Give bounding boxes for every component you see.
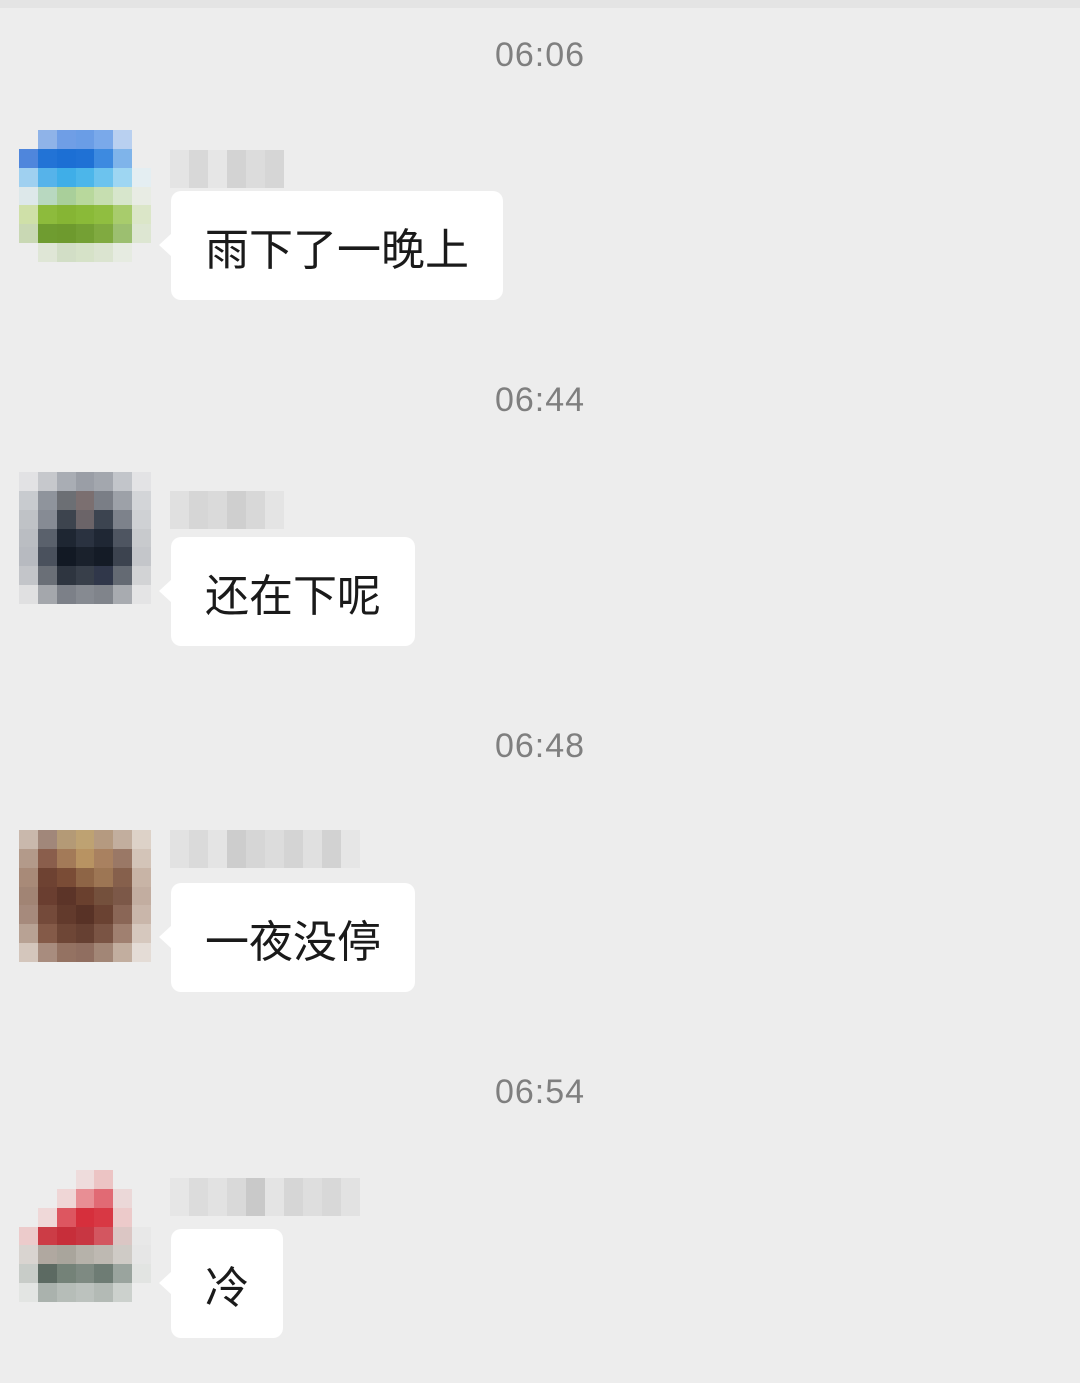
timestamp-3: 06:48 [494,727,586,765]
sender-name-4 [170,1178,360,1216]
timestamp-1: 06:06 [494,36,586,74]
top-divider [0,0,1080,8]
sender-name-3 [170,830,360,868]
message-text-2: 还在下呢 [205,570,381,622]
message-text-1: 雨下了一晚上 [205,224,469,276]
message-bubble-2[interactable]: 还在下呢 [159,537,415,646]
timestamp-4: 06:54 [494,1073,586,1111]
message-bubble-3[interactable]: 一夜没停 [159,883,415,992]
sender-avatar-4[interactable] [19,1170,151,1302]
message-bubble-1[interactable]: 雨下了一晚上 [159,191,503,300]
sender-avatar-3[interactable] [19,830,151,962]
sender-name-2 [170,491,284,529]
timestamp-2: 06:44 [494,381,586,419]
sender-avatar-1[interactable] [19,130,151,262]
message-bubble-4[interactable]: 冷 [159,1229,283,1338]
sender-avatar-2[interactable] [19,472,151,604]
sender-name-1 [170,150,284,188]
message-text-3: 一夜没停 [205,916,381,968]
message-text-4: 冷 [205,1262,249,1314]
